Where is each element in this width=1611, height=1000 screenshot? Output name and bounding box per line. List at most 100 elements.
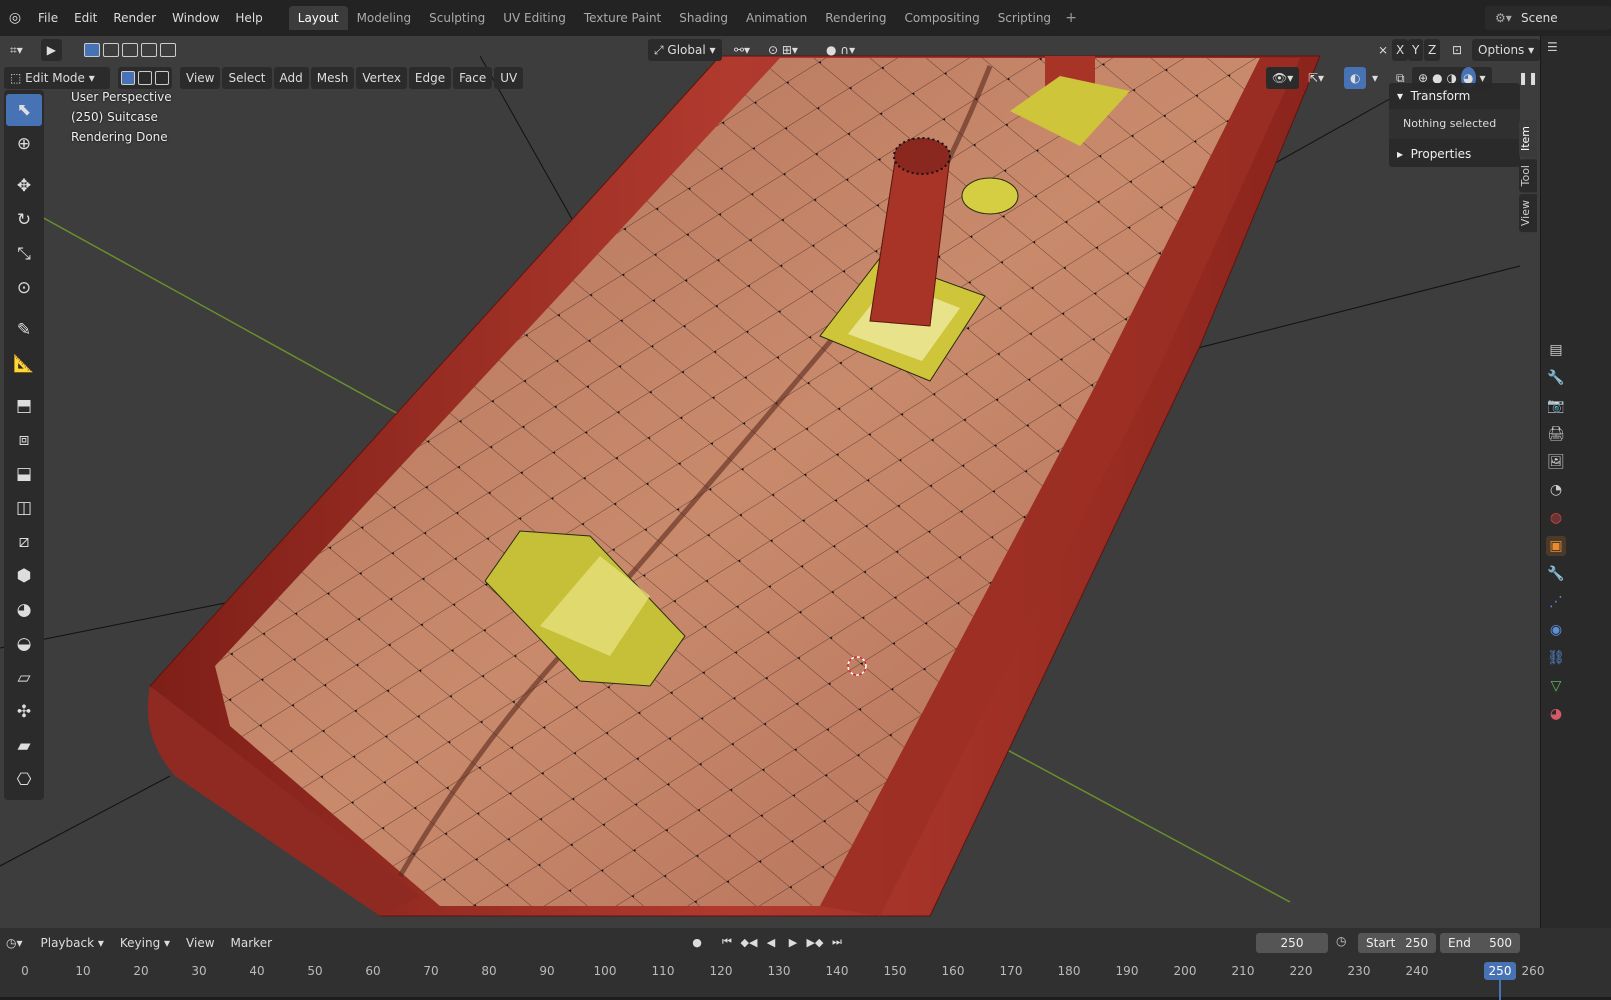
end-frame-field[interactable]: End 500 <box>1440 933 1520 953</box>
menu-keying[interactable]: Keying ▾ <box>112 936 178 950</box>
tab-animation[interactable]: Animation <box>737 6 816 30</box>
material-properties-icon[interactable]: ◕ <box>1546 704 1566 724</box>
playhead-frame[interactable]: 250 <box>1484 962 1516 980</box>
menu-window[interactable]: Window <box>164 6 227 30</box>
menu-face[interactable]: Face <box>453 67 493 89</box>
menu-uv[interactable]: UV <box>494 67 524 89</box>
select-invert-icon[interactable] <box>141 43 158 57</box>
scene-properties-icon[interactable]: ◔ <box>1546 480 1566 500</box>
frame-ruler[interactable]: 0 10 20 30 40 50 60 70 80 90 100 110 120… <box>0 962 1544 1000</box>
shear-tool-icon[interactable]: ▰ <box>6 730 42 762</box>
menu-marker[interactable]: Marker <box>223 936 280 950</box>
mirror-icon[interactable]: ⨯ <box>1372 39 1394 61</box>
rotate-tool-icon[interactable]: ↻ <box>6 204 42 236</box>
menu-mesh[interactable]: Mesh <box>310 67 355 89</box>
edge-slide-tool-icon[interactable]: ▱ <box>6 662 42 694</box>
record-icon[interactable]: ● <box>688 932 706 952</box>
blender-logo-icon[interactable]: ◎ <box>0 0 30 36</box>
menu-help[interactable]: Help <box>227 6 270 30</box>
data-properties-icon[interactable]: ▽ <box>1546 676 1566 696</box>
select-box-icon[interactable]: ⬉ <box>6 94 42 126</box>
physics-icon[interactable]: ◉ <box>1546 620 1566 640</box>
overlays-dropdown-icon[interactable]: ▾ <box>1366 67 1384 89</box>
gizmo-icon[interactable]: ⇱▾ <box>1302 67 1330 89</box>
tab-compositing[interactable]: Compositing <box>895 6 988 30</box>
menu-playback[interactable]: Playback ▾ <box>33 936 112 950</box>
current-frame-field[interactable]: 250 <box>1256 933 1328 953</box>
orientation-dropdown[interactable]: ⤢ Global ▾ <box>648 39 722 61</box>
measure-tool-icon[interactable]: 📐 <box>6 348 42 380</box>
poly-build-tool-icon[interactable]: ⬢ <box>6 560 42 592</box>
next-keyframe-icon[interactable]: ▶◆ <box>806 932 824 952</box>
cursor-tool-icon[interactable]: ⊕ <box>6 128 42 160</box>
playhead-line[interactable] <box>1499 980 1501 1000</box>
shrink-fatten-tool-icon[interactable]: ✣ <box>6 696 42 728</box>
timeline-editor-icon[interactable]: ◷▾ <box>6 936 23 950</box>
knife-tool-icon[interactable]: ⧄ <box>6 526 42 558</box>
select-new-icon[interactable] <box>84 43 101 57</box>
tab-modeling[interactable]: Modeling <box>348 6 421 30</box>
axis-z-toggle[interactable]: Z <box>1424 39 1441 61</box>
view-layer-icon[interactable]: 🖼 <box>1546 452 1566 472</box>
select-mode-icons[interactable] <box>78 39 182 61</box>
start-frame-field[interactable]: Start 250 <box>1358 933 1436 953</box>
menu-add[interactable]: Add <box>273 67 309 89</box>
auto-merge-icon[interactable]: ⊡ <box>1446 39 1468 61</box>
rip-tool-icon[interactable]: ⎔ <box>6 764 42 796</box>
menu-select[interactable]: Select <box>222 67 272 89</box>
tab-view[interactable]: View <box>1519 194 1537 233</box>
tab-uv-editing[interactable]: UV Editing <box>494 6 575 30</box>
transform-tool-icon[interactable]: ⊙ <box>6 272 42 304</box>
spin-tool-icon[interactable]: ◕ <box>6 594 42 626</box>
move-tool-icon[interactable]: ✥ <box>6 170 42 202</box>
menu-file[interactable]: File <box>30 6 66 30</box>
transform-panel-header[interactable]: ▾ Transform <box>1389 83 1520 109</box>
select-extend-icon[interactable] <box>103 43 120 57</box>
inset-tool-icon[interactable]: ⧈ <box>6 424 42 456</box>
3d-viewport[interactable]: ⌗▾ ▶ ⤢ Global ▾ ⚯▾ ⊙ ⊞▾ ● ∩▾ ⨯ X Y Z ⊡ O… <box>0 36 1561 928</box>
pivot-icon[interactable]: ⚯▾ <box>728 39 756 61</box>
output-properties-icon[interactable]: 🖨 <box>1546 424 1566 444</box>
scale-tool-icon[interactable]: ⤡ <box>6 238 42 270</box>
object-properties-icon[interactable]: ▣ <box>1546 536 1566 556</box>
proportional-edit-icon[interactable]: ● ∩▾ <box>820 39 861 61</box>
axis-x-toggle[interactable]: X <box>1392 39 1409 61</box>
menu-view[interactable]: View <box>180 67 221 89</box>
tool-select-icon[interactable]: ▶ <box>40 39 63 61</box>
tab-rendering[interactable]: Rendering <box>816 6 895 30</box>
axis-y-toggle[interactable]: Y <box>1408 39 1424 61</box>
smooth-tool-icon[interactable]: ◒ <box>6 628 42 660</box>
add-workspace-icon[interactable]: + <box>1060 7 1082 29</box>
menu-edit[interactable]: Edit <box>66 6 105 30</box>
world-properties-icon[interactable]: ◍ <box>1546 508 1566 528</box>
select-subtract-icon[interactable] <box>122 43 139 57</box>
tab-item[interactable]: Item <box>1519 120 1537 158</box>
menu-timeline-view[interactable]: View <box>178 936 222 950</box>
loop-cut-tool-icon[interactable]: ◫ <box>6 492 42 524</box>
clock-icon[interactable]: ◷ <box>1336 934 1346 948</box>
play-reverse-icon[interactable]: ◀ <box>762 932 780 952</box>
editor-type-icon[interactable]: ⌗▾ <box>4 39 29 61</box>
vertex-select-icon[interactable] <box>121 71 135 85</box>
options-dropdown[interactable]: Options ▾ <box>1472 39 1541 61</box>
jump-start-icon[interactable]: ⏮ <box>718 932 736 952</box>
particles-icon[interactable]: ⋰ <box>1546 592 1566 612</box>
prev-keyframe-icon[interactable]: ◆◀ <box>740 932 758 952</box>
tab-scripting[interactable]: Scripting <box>989 6 1060 30</box>
menu-render[interactable]: Render <box>105 6 164 30</box>
menu-vertex[interactable]: Vertex <box>356 67 407 89</box>
render-properties-icon[interactable]: 📷 <box>1546 396 1566 416</box>
overlays-icon[interactable]: ◐ <box>1344 67 1367 89</box>
scene-selector[interactable]: ⚙▾ Scene <box>1485 6 1611 30</box>
tab-shading[interactable]: Shading <box>670 6 737 30</box>
constraints-icon[interactable]: ⛓ <box>1546 648 1566 668</box>
visibility-icon[interactable]: 👁▾ <box>1266 67 1300 89</box>
face-select-icon[interactable] <box>155 71 169 85</box>
properties-editor-icon[interactable]: ▤ <box>1546 340 1566 360</box>
bevel-tool-icon[interactable]: ⬓ <box>6 458 42 490</box>
mode-dropdown[interactable]: ⬚ Edit Mode ▾ <box>4 67 110 89</box>
annotate-tool-icon[interactable]: ✎ <box>6 314 42 346</box>
tool-properties-icon[interactable]: 🔧 <box>1546 368 1566 388</box>
jump-end-icon[interactable]: ⏭ <box>828 932 846 952</box>
tab-tool[interactable]: Tool <box>1519 159 1537 193</box>
